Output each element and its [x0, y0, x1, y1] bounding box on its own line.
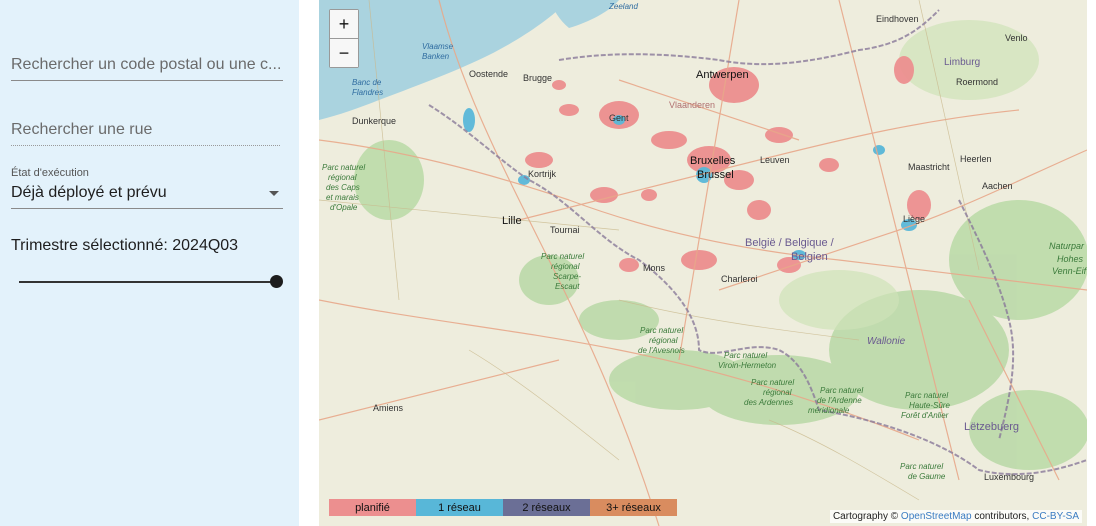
map-label-kortrijk: Kortrijk [528, 169, 557, 179]
map-label-vlaamse-banken-1: Vlaamse [422, 42, 454, 51]
map-label-dunkerque: Dunkerque [352, 116, 397, 126]
legend-item-3plus-networks: 3+ réseaux [590, 499, 677, 516]
map-label-liege: Liège [903, 214, 926, 224]
map-label-vlaanderen: Vlaanderen [669, 100, 716, 110]
map-label-oostende: Oostende [469, 69, 509, 79]
map-label-pn-caps-5: d'Opale [330, 203, 358, 212]
map-label-pn-ardenne-m-3: méridionale [808, 406, 850, 415]
map-label-leuven: Leuven [760, 155, 790, 165]
postal-code-search-field [11, 56, 283, 81]
map-label-pn-avesnois-3: de l'Avesnois [638, 346, 685, 355]
street-search-field [11, 121, 280, 146]
map-label-pn-gaume-1: Parc naturel [900, 462, 944, 471]
zoom-in-button[interactable]: + [330, 10, 358, 38]
slider-thumb[interactable] [270, 275, 283, 288]
map-label-naturpark-3: Venn-Eif [1052, 266, 1087, 276]
map-label-aachen: Aachen [982, 181, 1013, 191]
zoom-control: + − [329, 9, 359, 68]
map-label-lille: Lille [502, 215, 522, 227]
map-label-pn-scarpe-3: Scarpe- [553, 272, 582, 281]
map-label-wallonie: Wallonie [867, 336, 906, 347]
map-label-charleroi: Charleroi [721, 274, 758, 284]
legend-item-2-networks: 2 réseaux [503, 499, 590, 516]
map-label-pn-scarpe-1: Parc naturel [541, 252, 585, 261]
map-label-naturpark-2: Hohes [1057, 254, 1084, 264]
map-label-pn-viroin-2: Viroin-Hermeton [718, 361, 777, 370]
page-edge [1087, 0, 1096, 526]
legend-item-1-network: 1 réseau [416, 499, 503, 516]
map-legend: planifié 1 réseau 2 réseaux 3+ réseaux [329, 499, 677, 516]
map-label-limburg: Limburg [944, 57, 981, 68]
chevron-down-icon [269, 190, 279, 196]
quarter-slider[interactable] [19, 274, 283, 290]
execution-state-value: Déjà déployé et prévu [11, 184, 167, 201]
map-label-roermond: Roermond [956, 77, 999, 87]
execution-state-select[interactable]: Déjà déployé et prévu [11, 184, 283, 202]
postal-code-search-input[interactable] [11, 56, 283, 80]
map-label-pn-caps-3: des Caps [326, 183, 360, 192]
map-label-pn-caps-2: régional [328, 173, 357, 182]
map-label-pn-caps-1: Parc naturel [322, 163, 366, 172]
map-view[interactable]: Zeeland Eindhoven Venlo Limburg Roermond… [319, 0, 1087, 526]
map-label-pn-avesnois-1: Parc naturel [640, 326, 684, 335]
map-label-gent: Gent [609, 113, 629, 123]
street-search-input[interactable] [11, 121, 280, 145]
map-label-pn-ardennes-1: Parc naturel [751, 378, 795, 387]
map-label-pn-ardennes-3: des Ardennes [744, 398, 794, 407]
map-label-pn-avesnois-2: régional [649, 336, 678, 345]
map-attribution: Cartography © OpenStreetMap contributors… [829, 510, 1082, 523]
filter-sidebar: État d'exécution Déjà déployé et prévu T… [0, 0, 299, 526]
map-label-tournai: Tournai [550, 225, 580, 235]
selected-quarter-label: Trimestre sélectionné: 2024Q03 [11, 237, 239, 254]
cc-by-sa-link[interactable]: CC-BY-SA [1032, 511, 1079, 522]
map-label-pn-hs-1: Parc naturel [905, 391, 949, 400]
map-label-vlaamse-banken-2: Banken [422, 52, 450, 61]
map-label-amiens: Amiens [373, 403, 404, 413]
legend-item-planned: planifié [329, 499, 416, 516]
map-label-belgie: België / Belgique / [745, 237, 834, 249]
execution-state-field: État d'exécution Déjà déployé et prévu [11, 167, 283, 209]
map-label-pn-scarpe-4: Escaut [555, 282, 580, 291]
map-label-naturpark-1: Naturpar [1049, 241, 1085, 251]
map-label-pn-gaume-2: de Gaume [908, 472, 946, 481]
map-label-luxembourg: Luxembourg [984, 472, 1035, 482]
map-label-belgien: Belgien [791, 251, 828, 263]
attribution-middle: contributors, [974, 511, 1030, 522]
map-label-pn-hs-2: Haute-Sûre [909, 401, 950, 410]
map-label-pn-hs-3: Forêt d'Anlier [901, 411, 949, 420]
map-label-pn-caps-4: et marais [326, 193, 359, 202]
openstreetmap-link[interactable]: OpenStreetMap [901, 511, 972, 522]
map-label-heerlen: Heerlen [960, 154, 992, 164]
map-label-venlo: Venlo [1005, 33, 1028, 43]
map-label-maastricht: Maastricht [908, 162, 950, 172]
execution-state-label: État d'exécution [11, 167, 89, 179]
map-label-eindhoven: Eindhoven [876, 14, 919, 24]
map-label-banc-2: Flandres [352, 88, 384, 97]
map-label-letzebuerg: Lëtzebuerg [964, 421, 1020, 433]
map-label-pn-ardenne-m-2: de l'Ardenne [817, 396, 862, 405]
zoom-out-button[interactable]: − [330, 38, 358, 67]
map-label-banc-1: Banc de [352, 78, 382, 87]
map-label-brussel: Brussel [697, 169, 734, 181]
map-label-antwerpen: Antwerpen [696, 69, 749, 81]
map-label-pn-viroin-1: Parc naturel [724, 351, 768, 360]
slider-track [19, 281, 277, 283]
map-label-mons: Mons [643, 263, 666, 273]
map-label-pn-ardenne-m-1: Parc naturel [820, 386, 864, 395]
map-label-bruxelles: Bruxelles [690, 155, 736, 167]
map-label-zeeland: Zeeland [609, 2, 638, 11]
attribution-prefix: Cartography © [832, 511, 899, 522]
map-label-pn-scarpe-2: régional [551, 262, 580, 271]
map-label-pn-ardennes-2: régional [763, 388, 792, 397]
map-label-brugge: Brugge [523, 73, 553, 83]
